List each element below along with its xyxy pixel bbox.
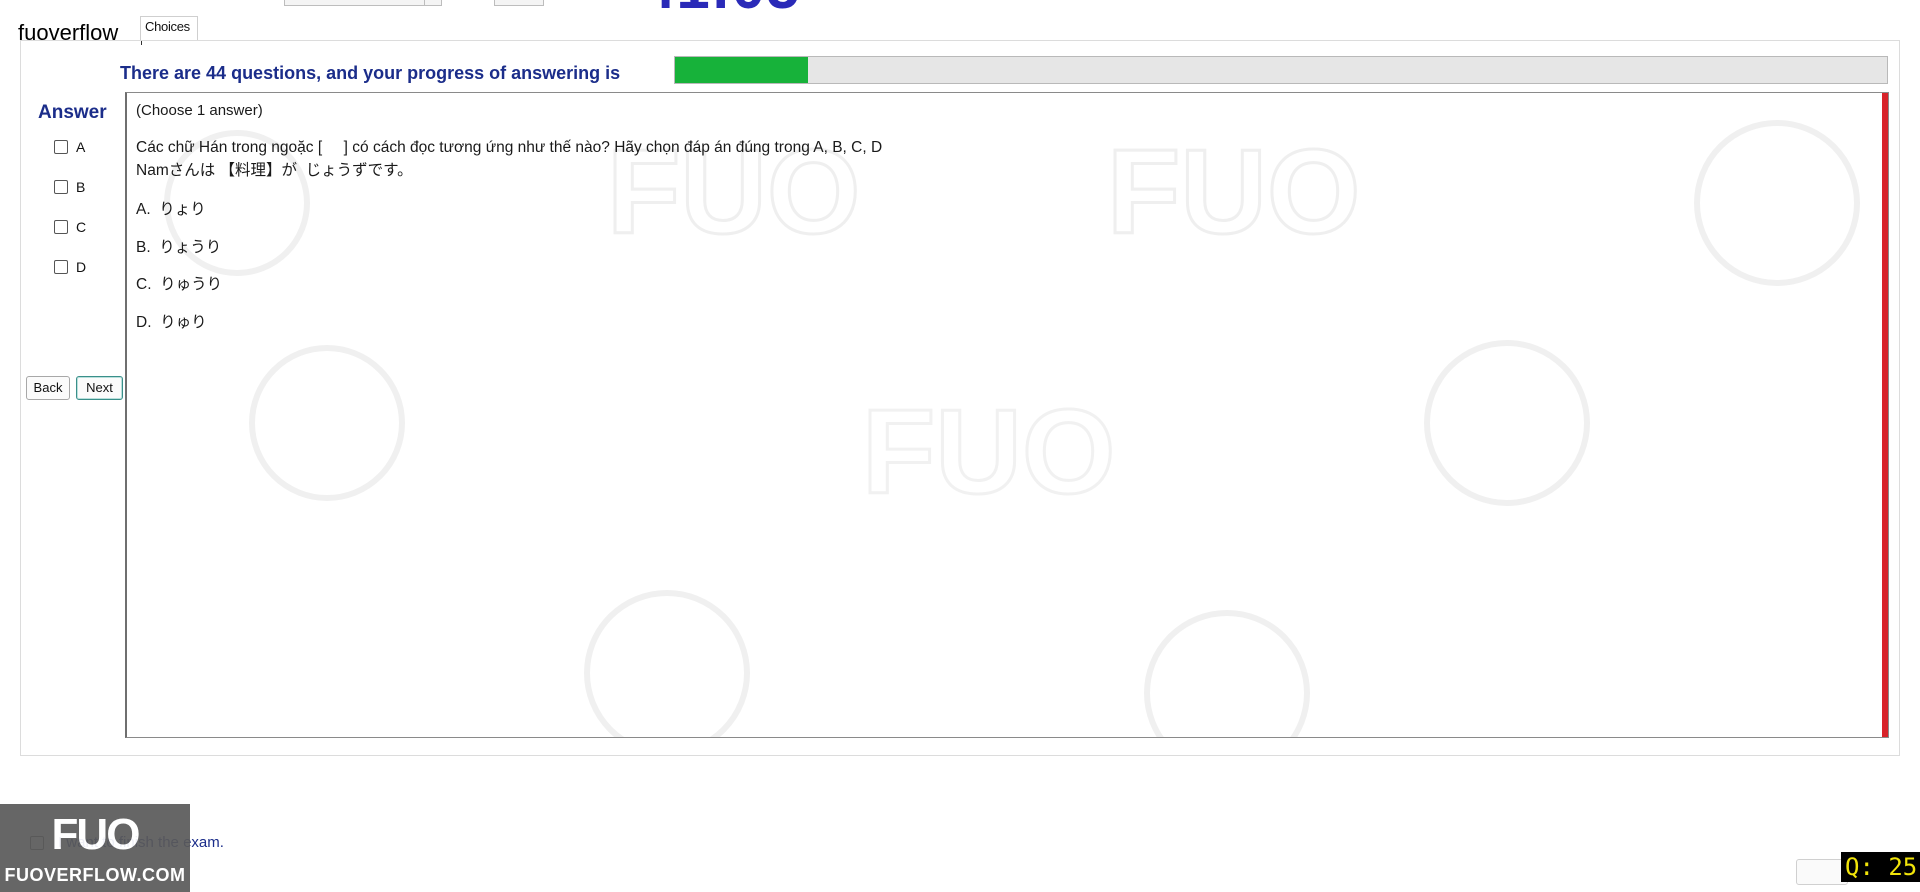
logo-subtext: FUOVERFLOW.COM <box>4 865 186 885</box>
top-dropdown[interactable] <box>284 0 442 6</box>
red-status-bar <box>1882 93 1888 737</box>
question-counter: Q: 25 <box>1841 852 1920 882</box>
next-button[interactable]: Next <box>76 376 123 400</box>
choice-letter: B. <box>136 239 151 256</box>
question-sentence: Namさんは 【料理】が じょうずです。 <box>136 162 413 179</box>
checkbox-b[interactable] <box>54 180 68 194</box>
answer-option-d[interactable]: D <box>54 257 86 277</box>
question-panel: FUO FUO FUO (Choose 1 answer) Các chữ Há… <box>125 92 1889 738</box>
progress-bar-fill <box>675 57 809 83</box>
top-toolbar: 41:05 <box>0 0 1920 16</box>
top-small-field[interactable] <box>494 0 544 6</box>
choice-d: D. りゅり <box>136 310 207 332</box>
choice-text: りゅり <box>160 314 207 331</box>
checkbox-d[interactable] <box>54 260 68 274</box>
choice-letter: A. <box>136 201 151 218</box>
fuoverflow-logo: FUO FUOVERFLOW.COM <box>0 804 190 892</box>
answer-option-label: B <box>76 179 86 195</box>
answer-option-label: A <box>76 139 86 155</box>
checkbox-c[interactable] <box>54 220 68 234</box>
chevron-down-icon[interactable] <box>424 0 441 5</box>
choice-a: A. りょり <box>136 197 206 219</box>
tab-choices[interactable]: Choices <box>140 16 198 40</box>
choice-text: りょうり <box>159 239 222 256</box>
watermark-pattern: FUO FUO FUO <box>164 120 1860 737</box>
choice-text: りゅうり <box>160 276 223 293</box>
svg-text:FUO: FUO <box>862 385 1115 519</box>
logo-text: FUO <box>51 810 141 859</box>
choice-letter: D. <box>136 314 152 331</box>
choice-c: C. りゅうり <box>136 272 222 294</box>
answer-option-a[interactable]: A <box>54 137 85 157</box>
choice-letter: C. <box>136 276 152 293</box>
question-prompt: Các chữ Hán trong ngoặc [ ] có cách đọc … <box>136 139 883 156</box>
answer-option-label: C <box>76 219 87 235</box>
answer-option-b[interactable]: B <box>54 177 85 197</box>
choice-text: りょり <box>159 201 206 218</box>
progress-label: There are 44 questions, and your progres… <box>120 63 621 83</box>
question-instruction: (Choose 1 answer) <box>136 102 263 119</box>
back-button[interactable]: Back <box>26 376 70 400</box>
exam-timer: 41:05 <box>642 0 800 16</box>
svg-text:FUO: FUO <box>1107 125 1360 259</box>
choice-b: B. りょうり <box>136 235 221 257</box>
progress-bar <box>674 56 1888 84</box>
answer-option-c[interactable]: C <box>54 217 86 237</box>
answer-option-label: D <box>76 259 87 275</box>
answer-heading: Answer <box>38 102 107 123</box>
checkbox-a[interactable] <box>54 140 68 154</box>
